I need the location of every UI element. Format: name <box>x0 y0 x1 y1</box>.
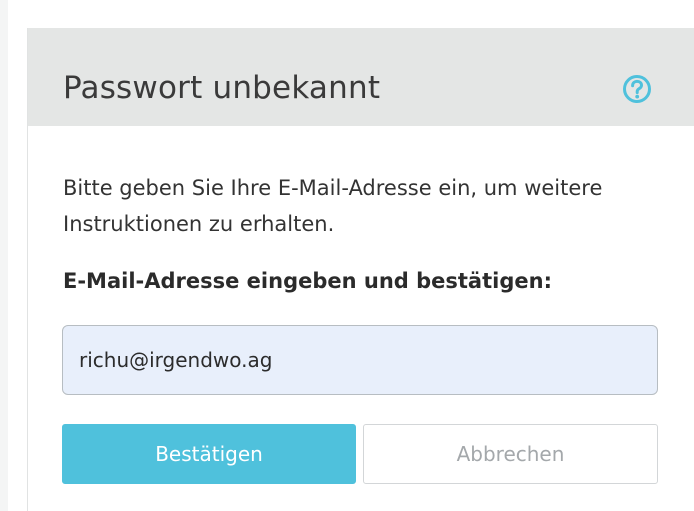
confirm-button[interactable]: Bestätigen <box>62 424 356 484</box>
forgot-password-dialog: Passwort unbekannt Bitte geben Sie Ihre … <box>27 28 694 511</box>
dialog-header: Passwort unbekannt <box>28 28 694 126</box>
cancel-button[interactable]: Abbrechen <box>363 424 658 484</box>
intro-text: Bitte geben Sie Ihre E-Mail-Adresse ein,… <box>63 176 603 236</box>
email-field-label: E-Mail-Adresse eingeben und bestätigen: <box>63 269 552 293</box>
email-input[interactable] <box>62 325 658 395</box>
background-strip <box>0 0 8 511</box>
dialog-title: Passwort unbekannt <box>63 70 381 106</box>
question-circle-icon[interactable] <box>622 74 652 104</box>
page: Passwort unbekannt Bitte geben Sie Ihre … <box>0 0 694 511</box>
